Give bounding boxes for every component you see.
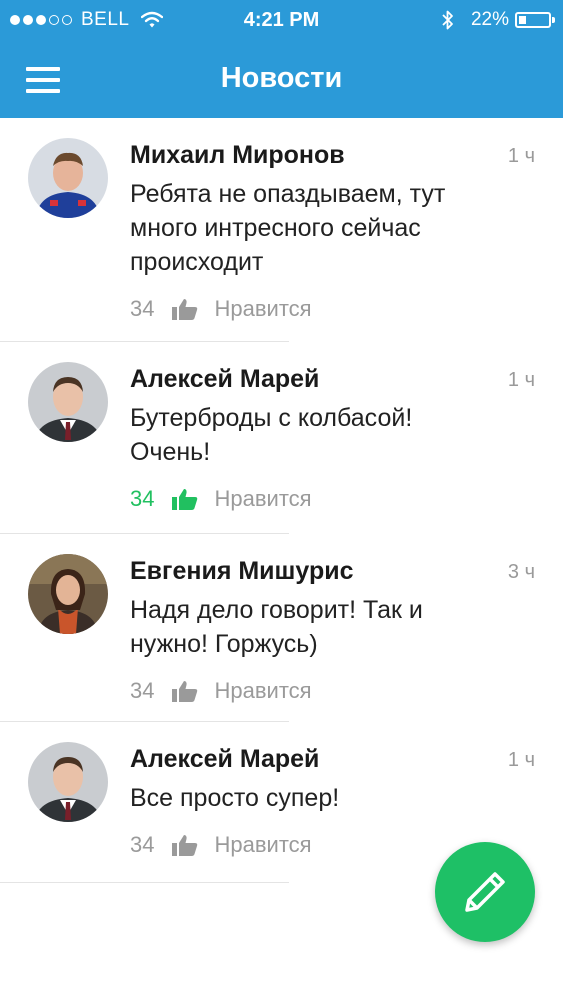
like-count: 34 bbox=[130, 296, 155, 321]
battery-percentage: 22% bbox=[470, 9, 509, 30]
post-content: Алексей Марей 1 ч Бутерброды с колбасой!… bbox=[0, 342, 563, 512]
like-button[interactable]: Нравится bbox=[172, 678, 312, 704]
page-title: Новости bbox=[220, 62, 343, 94]
post-actions: 34 Нравится bbox=[130, 486, 563, 512]
post-time: 3 ч bbox=[507, 561, 535, 583]
avatar[interactable] bbox=[28, 742, 108, 822]
like-label: Нравится bbox=[214, 678, 312, 703]
post-content: Михаил Миронов 1 ч Ребята не опаздываем,… bbox=[0, 118, 563, 322]
post-text: Все просто супер! bbox=[130, 784, 340, 812]
feed-post: Алексей Марей 1 ч Все просто супер! 34 Н… bbox=[0, 722, 535, 883]
post-time: 1 ч bbox=[507, 749, 535, 771]
like-label: Нравится bbox=[214, 296, 312, 321]
post-time: 1 ч bbox=[507, 369, 535, 391]
post-text: Ребята не опаздываем, тут много интресно… bbox=[130, 180, 446, 276]
like-label: Нравится bbox=[214, 486, 312, 511]
thumbs-up-icon bbox=[172, 835, 198, 856]
like-button[interactable]: Нравится bbox=[172, 486, 312, 512]
avatar[interactable] bbox=[28, 138, 108, 218]
status-bar: BELL 4:21 PM 22% bbox=[0, 0, 563, 40]
news-feed: Михаил Миронов 1 ч Ребята не опаздываем,… bbox=[0, 118, 563, 883]
thumbs-up-icon bbox=[172, 489, 198, 510]
post-content: Алексей Марей 1 ч Все просто супер! 34 Н… bbox=[0, 722, 563, 858]
like-count: 34 bbox=[130, 486, 155, 511]
post-author[interactable]: Михаил Миронов bbox=[130, 140, 563, 170]
post-text: Бутерброды с колбасой! Очень! bbox=[130, 404, 413, 466]
like-count: 34 bbox=[130, 678, 155, 703]
like-button[interactable]: Нравится bbox=[172, 832, 312, 858]
post-author[interactable]: Евгения Мишурис bbox=[130, 556, 563, 586]
post-actions: 34 Нравится bbox=[130, 678, 563, 704]
status-right: 22% bbox=[441, 9, 555, 31]
like-label: Нравится bbox=[214, 832, 312, 857]
feed-post: Михаил Миронов 1 ч Ребята не опаздываем,… bbox=[0, 118, 535, 342]
post-actions: 34 Нравится bbox=[130, 296, 563, 322]
avatar[interactable] bbox=[28, 362, 108, 442]
thumbs-up-icon bbox=[172, 299, 198, 320]
app-screen: BELL 4:21 PM 22% Новости Михаил Миронов … bbox=[0, 0, 563, 1000]
post-time: 1 ч bbox=[507, 145, 535, 167]
post-content: Евгения Мишурис 3 ч Надя дело говорит! Т… bbox=[0, 534, 563, 704]
feed-post: Евгения Мишурис 3 ч Надя дело говорит! Т… bbox=[0, 534, 535, 722]
post-author[interactable]: Алексей Марей bbox=[130, 364, 563, 394]
compose-button[interactable] bbox=[435, 842, 535, 942]
like-button[interactable]: Нравится bbox=[172, 296, 312, 322]
bluetooth-icon bbox=[442, 10, 453, 30]
post-author[interactable]: Алексей Марей bbox=[130, 744, 563, 774]
like-count: 34 bbox=[130, 832, 155, 857]
avatar[interactable] bbox=[28, 554, 108, 634]
thumbs-up-icon bbox=[172, 681, 198, 702]
navigation-bar: Новости bbox=[0, 40, 563, 118]
post-text: Надя дело говорит! Так и нужно! Горжусь) bbox=[130, 596, 423, 658]
pencil-icon bbox=[465, 872, 505, 912]
feed-post: Алексей Марей 1 ч Бутерброды с колбасой!… bbox=[0, 342, 535, 534]
battery-icon bbox=[515, 12, 555, 28]
